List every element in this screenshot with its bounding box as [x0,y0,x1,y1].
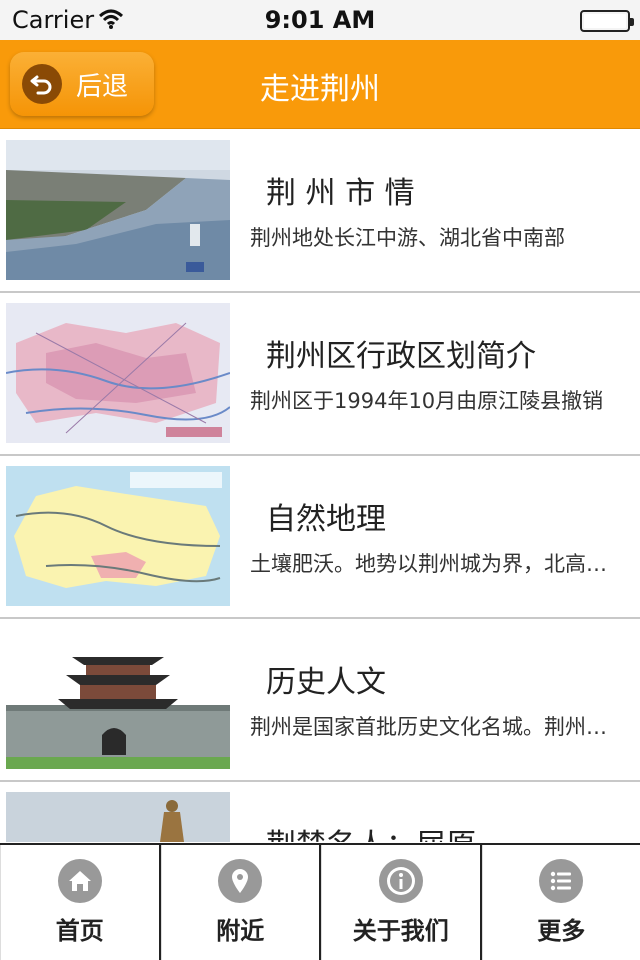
content-list: 荆 州 市 情 荆州地处长江中游、湖北省中南部 荆州区行政区划简介 荆州区于19… [0,130,640,842]
list-icon [539,859,584,903]
list-item[interactable]: 荆州区行政区划简介 荆州区于1994年10月由原江陵县撤销 [0,293,640,456]
item-title: 荆 州 市 情 [266,176,415,211]
item-title: 自然地理 [266,502,386,537]
status-bar: Carrier 9:01 AM [0,0,640,40]
battery-icon [580,10,634,32]
item-title: 荆楚名人：屈原 [266,820,476,842]
tab-home[interactable]: 首页 [0,845,161,960]
item-title: 历史人文 [266,665,386,700]
tab-about-us[interactable]: 关于我们 [321,845,482,960]
city-river-photo [6,140,230,280]
info-icon [378,859,423,903]
tab-more[interactable]: 更多 [481,845,640,960]
province-location-map [6,466,230,606]
page-title: 走进荆州 [260,72,380,107]
item-description: 荆州区于1994年10月由原江陵县撤销 [250,389,604,413]
item-description: 荆州地处长江中游、湖北省中南部 [250,226,565,250]
tab-label: 首页 [55,917,104,945]
list-item[interactable]: 自然地理 土壤肥沃。地势以荆州城为界，北高南低 [0,456,640,619]
statue-photo [6,792,230,842]
tab-label: 关于我们 [352,917,449,945]
item-description: 土壤肥沃。地势以荆州城为界，北高南低 [250,552,614,576]
tab-label: 附近 [216,917,265,945]
list-item[interactable]: 荆 州 市 情 荆州地处长江中游、湖北省中南部 [0,130,640,293]
city-gate-photo [6,629,230,769]
home-icon [57,859,102,903]
list-item[interactable]: 荆楚名人：屈原 [0,782,640,842]
tab-bar: 首页 附近 关于我们 更多 [0,843,640,960]
item-description: 荆州是国家首批历史文化名城。荆州古城 [250,715,614,739]
list-item[interactable]: 历史人文 荆州是国家首批历史文化名城。荆州古城 [0,619,640,782]
district-map-image [6,303,230,443]
tab-label: 更多 [537,917,586,945]
item-title: 荆州区行政区划简介 [266,339,536,374]
location-pin-icon [218,859,263,903]
tab-nearby[interactable]: 附近 [160,845,321,960]
status-time: 9:01 AM [264,6,376,34]
nav-bar: 后退 走进荆州 [0,40,640,129]
